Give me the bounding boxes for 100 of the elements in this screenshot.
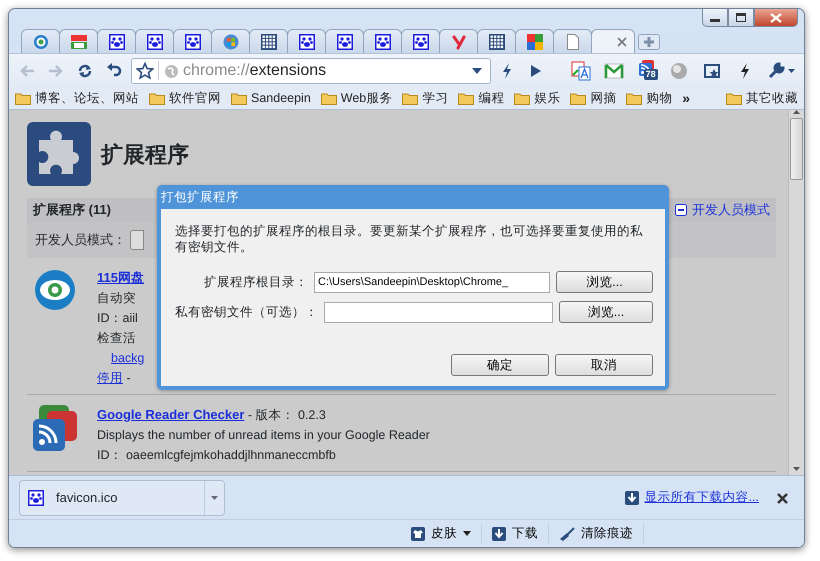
folder-icon bbox=[402, 92, 418, 104]
status-bar-button[interactable]: 皮肤 bbox=[401, 524, 482, 543]
browser-tab[interactable] bbox=[515, 29, 554, 53]
browser-tab[interactable] bbox=[439, 29, 478, 53]
page-title: 扩展程序 bbox=[101, 140, 189, 168]
browser-tab[interactable] bbox=[97, 29, 136, 53]
new-tab-button[interactable] bbox=[638, 34, 660, 50]
scrollbar-thumb[interactable] bbox=[790, 118, 803, 180]
close-button[interactable] bbox=[754, 9, 798, 27]
browser-tab[interactable] bbox=[21, 29, 60, 53]
paw-icon bbox=[184, 34, 200, 50]
grid-icon bbox=[488, 34, 504, 50]
bookmark-folder[interactable]: 其它收藏 bbox=[726, 88, 798, 108]
extension-detail: ID：aiil bbox=[97, 310, 139, 327]
path-field[interactable] bbox=[324, 302, 553, 322]
browser-tab[interactable] bbox=[325, 29, 364, 53]
maximize-icon bbox=[736, 13, 746, 22]
colorful-icon bbox=[70, 34, 88, 50]
maximize-button[interactable] bbox=[728, 9, 754, 27]
section-title: 扩展程序 (11) bbox=[33, 201, 112, 220]
folder-icon bbox=[15, 92, 31, 104]
folder-icon bbox=[458, 92, 474, 104]
paw-icon bbox=[374, 34, 390, 50]
bookmark-folder[interactable]: 网摘 bbox=[570, 88, 616, 108]
windows-orb-icon bbox=[222, 34, 238, 50]
folder-icon bbox=[726, 92, 742, 104]
forward-arrow-icon bbox=[48, 64, 64, 78]
browser-tab[interactable] bbox=[401, 29, 440, 53]
bookmark-folder[interactable]: Sandeepin bbox=[231, 88, 311, 108]
download-arrow-icon bbox=[624, 490, 639, 504]
browser-tab[interactable] bbox=[249, 29, 288, 53]
star-folder-icon bbox=[703, 62, 722, 80]
close-icon bbox=[615, 34, 629, 48]
browse-button[interactable]: 浏览... bbox=[558, 301, 653, 323]
bookmark-folder[interactable]: 软件官网 bbox=[149, 88, 221, 108]
paw-icon bbox=[412, 34, 428, 50]
folder-icon bbox=[231, 92, 247, 104]
show-all-downloads-link[interactable]: 显示所有下载内容... bbox=[644, 488, 759, 507]
browse-button[interactable]: 浏览... bbox=[556, 271, 653, 293]
load-extension-button-edge[interactable] bbox=[130, 230, 144, 250]
minimize-button[interactable] bbox=[702, 9, 728, 27]
view-link[interactable]: backg bbox=[111, 351, 144, 365]
bookmark-folder[interactable]: 娱乐 bbox=[514, 88, 560, 108]
translate-icon bbox=[570, 60, 591, 80]
folder-icon bbox=[149, 92, 165, 104]
extension-detail: Displays the number of unread items in your Google Reader bbox=[97, 427, 430, 444]
undo-arrow-icon bbox=[106, 62, 122, 78]
bookmark-folder[interactable]: 购物 bbox=[626, 88, 672, 108]
more-bookmarks-button[interactable]: » bbox=[682, 88, 690, 108]
extension-version: - 版本： 0.2.3 bbox=[246, 408, 326, 422]
folder-icon bbox=[626, 92, 642, 104]
page-icon bbox=[566, 34, 580, 50]
download-item[interactable]: favicon.ico bbox=[19, 480, 225, 516]
dropdown-caret-icon bbox=[211, 496, 218, 500]
browser-tab[interactable] bbox=[363, 29, 402, 53]
feed-stack-icon bbox=[33, 405, 79, 451]
field-label: 私有密钥文件（可选）： bbox=[175, 304, 318, 321]
paw-icon bbox=[108, 34, 124, 50]
separator-text: - bbox=[125, 371, 131, 385]
hook-icon bbox=[452, 34, 466, 50]
status-bar-button[interactable]: 下载 bbox=[482, 524, 549, 543]
sphere-icon bbox=[670, 62, 688, 80]
field-label: 扩展程序根目录： bbox=[204, 274, 308, 291]
extension-detail: ID： oaeemlcgfejmkohaddjlhnmaneccmbfb bbox=[97, 447, 337, 464]
collapse-icon bbox=[675, 204, 687, 216]
back-arrow-icon bbox=[19, 64, 36, 78]
action-link[interactable]: 停用 bbox=[97, 371, 123, 385]
wrench-icon bbox=[766, 62, 785, 80]
plus-icon bbox=[643, 36, 655, 48]
close-icon bbox=[770, 12, 782, 22]
browser-tab[interactable] bbox=[477, 29, 516, 53]
browser-tab[interactable] bbox=[59, 29, 98, 53]
dialog-button[interactable]: 确定 bbox=[451, 354, 549, 376]
extension-button[interactable]: 78 bbox=[632, 58, 661, 82]
paw-icon bbox=[28, 490, 44, 506]
grid-icon bbox=[260, 34, 276, 50]
dropdown-caret-icon bbox=[472, 68, 482, 74]
paw-icon bbox=[146, 34, 162, 50]
path-field[interactable]: C:\Users\Sandeepin\Desktop\Chrome_ bbox=[314, 272, 550, 292]
developer-mode-toggle[interactable]: 开发人员模式 bbox=[675, 200, 770, 220]
close-icon bbox=[777, 492, 788, 504]
browser-tab[interactable] bbox=[591, 29, 635, 53]
bookmark-folder[interactable]: 博客、论坛、网站 bbox=[15, 88, 139, 108]
paw-icon bbox=[336, 34, 352, 50]
browser-tab[interactable] bbox=[135, 29, 174, 53]
bookmark-folder[interactable]: 学习 bbox=[402, 88, 448, 108]
bookmark-folder[interactable]: Web服务 bbox=[320, 88, 392, 108]
folder-icon bbox=[320, 92, 337, 104]
bookmark-folder[interactable]: 编程 bbox=[458, 88, 504, 108]
url-text: chrome://extensions bbox=[182, 60, 328, 80]
browser-tab[interactable] bbox=[173, 29, 212, 53]
globe-icon bbox=[164, 64, 179, 79]
dialog-button[interactable]: 取消 bbox=[555, 354, 653, 376]
browser-tab[interactable] bbox=[287, 29, 326, 53]
address-bar[interactable]: chrome://extensions bbox=[130, 58, 491, 84]
extension-name-link[interactable]: Google Reader Checker bbox=[97, 407, 244, 422]
extension-name-link[interactable]: 115网盘 bbox=[97, 270, 144, 285]
dialog-message: 选择要打包的扩展程序的根目录。要更新某个扩展程序，也可选择要重复使用的私有密钥文件。 bbox=[175, 223, 644, 255]
status-bar-button[interactable]: 清除痕迹 bbox=[549, 524, 644, 543]
lightning-icon bbox=[739, 62, 752, 78]
